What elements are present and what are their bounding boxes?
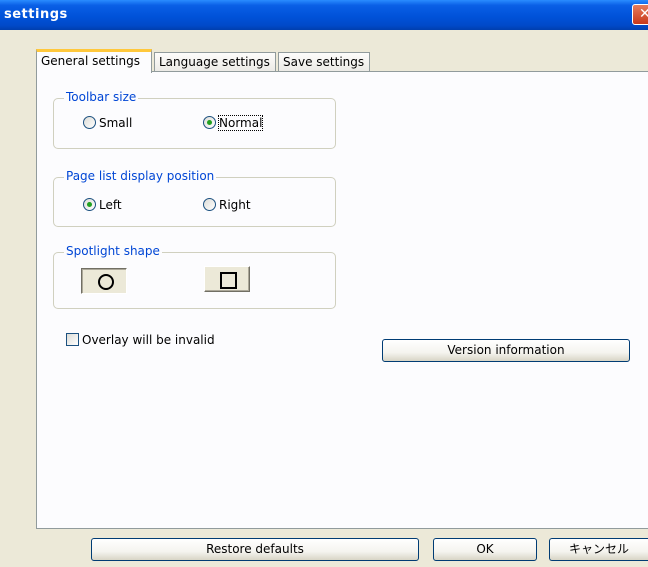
tab-save-settings[interactable]: Save settings bbox=[278, 52, 370, 71]
radio-unchecked-icon bbox=[203, 198, 216, 211]
radio-checked-icon bbox=[203, 116, 216, 129]
square-icon bbox=[220, 272, 237, 289]
spotlight-circle-button[interactable] bbox=[81, 268, 127, 294]
page-list-left-radio[interactable]: Left bbox=[83, 198, 122, 212]
radio-label: Right bbox=[219, 198, 251, 212]
tab-general-settings[interactable]: General settings bbox=[36, 49, 152, 73]
checkbox-label: Overlay will be invalid bbox=[82, 333, 215, 347]
general-settings-panel: Toolbar size Small Normal Page list disp… bbox=[36, 71, 648, 529]
radio-unchecked-icon bbox=[83, 116, 96, 129]
page-list-right-radio[interactable]: Right bbox=[203, 198, 251, 212]
radio-label: Normal bbox=[217, 115, 264, 131]
cancel-button[interactable]: キャンセル bbox=[549, 538, 648, 561]
toolbar-size-small-radio[interactable]: Small bbox=[83, 116, 132, 130]
radio-checked-icon bbox=[83, 198, 96, 211]
radio-label: Small bbox=[99, 116, 133, 130]
page-list-position-legend: Page list display position bbox=[64, 169, 217, 183]
version-information-button[interactable]: Version information bbox=[382, 339, 630, 362]
tab-label: General settings bbox=[41, 54, 140, 68]
close-button[interactable]: ✕ bbox=[632, 4, 648, 25]
toolbar-size-legend: Toolbar size bbox=[64, 90, 139, 104]
title-bar[interactable]: settings ✕ bbox=[0, 0, 648, 30]
tab-label: Language settings bbox=[159, 55, 270, 69]
spotlight-shape-group: Spotlight shape bbox=[53, 244, 336, 309]
ok-button[interactable]: OK bbox=[433, 538, 537, 561]
window-title: settings bbox=[4, 7, 68, 22]
spotlight-shape-legend: Spotlight shape bbox=[64, 244, 162, 258]
toolbar-size-group: Toolbar size Small Normal bbox=[53, 90, 336, 149]
radio-label: Left bbox=[99, 198, 122, 212]
tab-language-settings[interactable]: Language settings bbox=[154, 52, 276, 71]
circle-icon bbox=[98, 274, 114, 290]
close-icon: ✕ bbox=[639, 6, 648, 22]
settings-dialog: settings ✕ General settings Language set… bbox=[0, 0, 648, 567]
spotlight-square-button[interactable] bbox=[204, 266, 250, 292]
overlay-invalid-checkbox[interactable]: Overlay will be invalid bbox=[66, 333, 215, 347]
tab-label: Save settings bbox=[283, 55, 365, 69]
toolbar-size-normal-radio[interactable]: Normal bbox=[203, 115, 264, 131]
checkbox-unchecked-icon bbox=[66, 333, 79, 346]
page-list-position-group: Page list display position Left Right bbox=[53, 169, 336, 227]
restore-defaults-button[interactable]: Restore defaults bbox=[91, 538, 419, 561]
